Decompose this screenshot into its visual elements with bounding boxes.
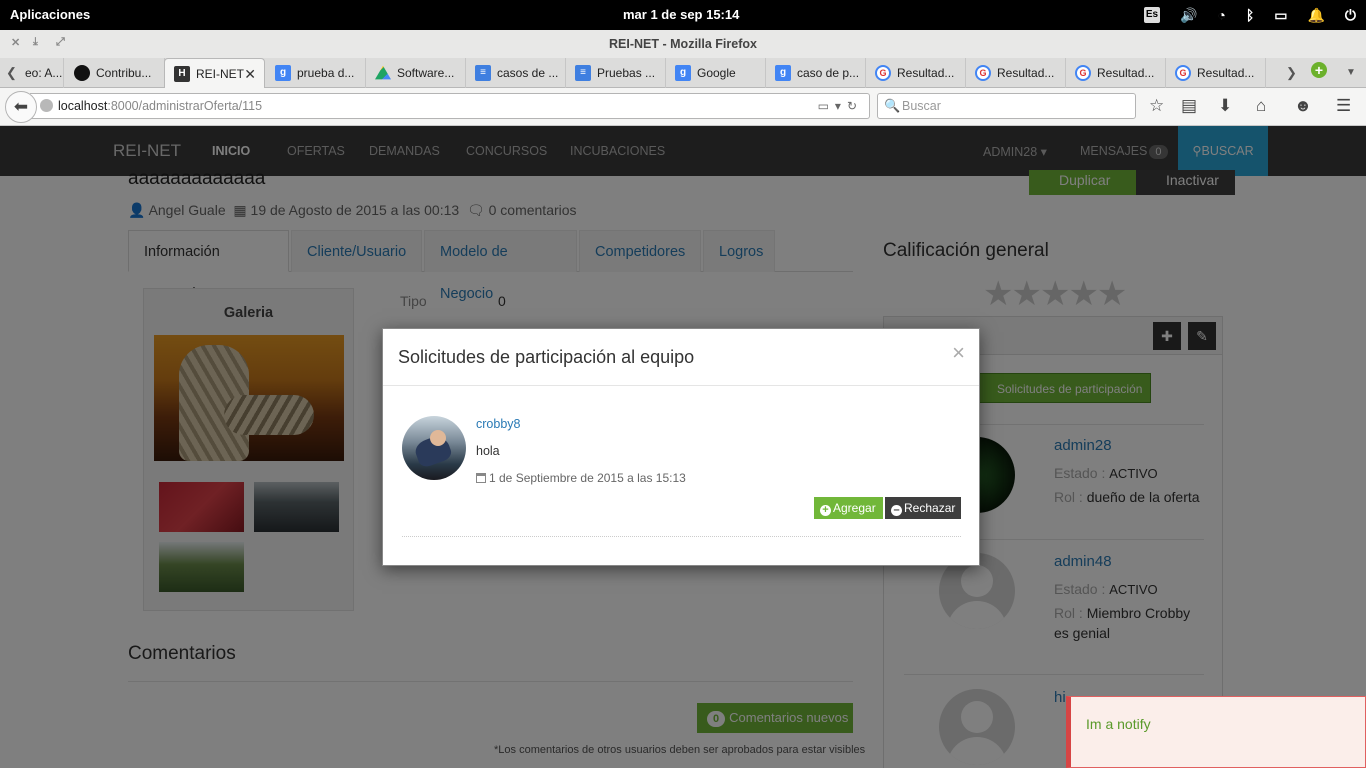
window-title: REI-NET - Mozilla Firefox bbox=[609, 37, 757, 51]
notifications-icon[interactable]: 🔔 bbox=[1307, 5, 1324, 25]
browser-tab[interactable]: g Google bbox=[666, 58, 766, 88]
google-color-icon: G bbox=[875, 65, 891, 81]
url-bar[interactable]: localhost:8000/administrarOferta/115 ▭▾↻ bbox=[30, 93, 870, 119]
browser-tab[interactable]: ≡ Pruebas ... bbox=[566, 58, 666, 88]
search-bar[interactable]: 🔍 Buscar bbox=[877, 93, 1136, 119]
bluetooth-icon[interactable]: ᛒ bbox=[1246, 5, 1254, 25]
tab-label: Software... bbox=[397, 66, 455, 80]
tab-label: prueba d... bbox=[297, 66, 355, 80]
modal-close-icon[interactable]: × bbox=[952, 342, 965, 364]
reading-list-icon[interactable]: ▤ bbox=[1181, 97, 1197, 115]
notification-toast[interactable]: Im a notify bbox=[1066, 696, 1366, 768]
rechazar-button[interactable]: – Rechazar bbox=[885, 497, 961, 519]
new-tab-icon[interactable]: + bbox=[1311, 62, 1327, 78]
google-icon: g bbox=[275, 65, 291, 81]
divider bbox=[402, 536, 961, 537]
requester-avatar bbox=[402, 416, 466, 480]
tab-label: casos de ... bbox=[497, 66, 559, 80]
google-icon: g bbox=[775, 65, 791, 81]
request-date-text: 1 de Septiembre de 2015 a las 15:13 bbox=[489, 471, 686, 485]
agregar-label: Agregar bbox=[833, 501, 876, 515]
system-tray: Es 🔊 ◔ ᛒ ▭ 🔔 ⏻ bbox=[1143, 5, 1356, 25]
request-date: 1 de Septiembre de 2015 a las 15:13 bbox=[476, 471, 686, 485]
menu-icon[interactable]: ☰ bbox=[1336, 97, 1351, 115]
bookmark-star-icon[interactable]: ☆ bbox=[1149, 97, 1164, 115]
site-identity-icon[interactable] bbox=[40, 99, 53, 112]
applications-menu[interactable]: Aplicaciones bbox=[10, 7, 90, 22]
calendar-icon bbox=[476, 473, 486, 483]
browser-tab-active[interactable]: H REI-NET ✕ bbox=[164, 58, 265, 89]
tab-label: Google bbox=[697, 66, 736, 80]
window-titlebar: ✕ ⤓ ⤢ REI-NET - Mozilla Firefox bbox=[0, 30, 1366, 58]
reinet-icon: H bbox=[174, 66, 190, 82]
downloads-icon[interactable]: ⬇ bbox=[1218, 97, 1232, 115]
browser-tab[interactable]: Contribu... bbox=[65, 58, 165, 88]
google-color-icon: G bbox=[1175, 65, 1191, 81]
requester-name[interactable]: crobby8 bbox=[476, 417, 520, 431]
docs-icon: ≡ bbox=[575, 65, 591, 81]
battery-icon[interactable]: ▭ bbox=[1274, 5, 1287, 25]
chat-icon[interactable]: ☻ bbox=[1294, 97, 1312, 115]
tab-label: Resultad... bbox=[897, 66, 955, 80]
navigation-toolbar: localhost:8000/administrarOferta/115 ▭▾↻… bbox=[0, 88, 1366, 126]
search-placeholder: Buscar bbox=[902, 99, 941, 113]
search-icon: 🔍 bbox=[884, 98, 901, 113]
browser-tab[interactable]: ≡ casos de ... bbox=[466, 58, 566, 88]
browser-tab[interactable]: g caso de p... bbox=[766, 58, 866, 88]
google-icon: g bbox=[675, 65, 691, 81]
tab-label: Resultad... bbox=[1197, 66, 1255, 80]
tab-label: Pruebas ... bbox=[597, 66, 656, 80]
modal-title: Solicitudes de participación al equipo bbox=[398, 347, 695, 367]
solicitudes-modal: Solicitudes de participación al equipo ×… bbox=[382, 328, 980, 566]
notification-text: Im a notify bbox=[1086, 716, 1151, 732]
browser-tab[interactable]: G Resultad... bbox=[966, 58, 1066, 88]
wifi-icon[interactable]: ◔ bbox=[1217, 5, 1225, 25]
keyboard-layout-indicator[interactable]: Es bbox=[1143, 7, 1160, 23]
tab-label: eo: A... bbox=[25, 66, 63, 80]
agregar-button[interactable]: + Agregar bbox=[814, 497, 883, 519]
power-icon[interactable]: ⏻ bbox=[1345, 5, 1356, 25]
browser-tab[interactable]: G Resultad... bbox=[1166, 58, 1266, 88]
tab-label: Resultad... bbox=[1097, 66, 1155, 80]
close-tab-icon[interactable]: ✕ bbox=[244, 66, 256, 83]
tab-label: Contribu... bbox=[96, 66, 152, 80]
url-path: :8000/administrarOferta/115 bbox=[107, 99, 263, 113]
url-host: localhost bbox=[58, 99, 108, 113]
volume-icon[interactable]: 🔊 bbox=[1180, 5, 1197, 25]
back-arrow-icon: ⬅ bbox=[13, 97, 29, 116]
github-icon bbox=[74, 65, 90, 81]
home-icon[interactable]: ⌂ bbox=[1256, 97, 1266, 115]
gnome-top-bar: Aplicaciones mar 1 de sep 15:14 Es 🔊 ◔ ᛒ… bbox=[0, 0, 1366, 30]
drive-icon bbox=[375, 65, 391, 80]
browser-tab[interactable]: Software... bbox=[366, 58, 466, 88]
browser-tab[interactable]: eo: A... bbox=[16, 58, 64, 88]
reader-view-icon[interactable]: ▭ bbox=[818, 99, 835, 113]
plus-circle-icon: + bbox=[820, 505, 831, 516]
request-message: hola bbox=[476, 444, 500, 458]
minus-circle-icon: – bbox=[891, 505, 902, 516]
tab-label: Resultad... bbox=[997, 66, 1055, 80]
tabs-scroll-right-icon[interactable]: ❯ bbox=[1286, 65, 1297, 81]
tab-strip: ❮ eo: A... Contribu... H REI-NET ✕ g pru… bbox=[0, 58, 1366, 89]
back-button[interactable]: ⬅ bbox=[5, 91, 37, 123]
tab-list-dropdown-icon[interactable]: ▼ bbox=[1346, 67, 1356, 78]
dropdown-icon[interactable]: ▾ bbox=[835, 99, 847, 113]
modal-header: Solicitudes de participación al equipo × bbox=[383, 329, 979, 386]
tab-label: REI-NET bbox=[196, 67, 244, 81]
docs-icon: ≡ bbox=[475, 65, 491, 81]
tab-label: caso de p... bbox=[797, 66, 860, 80]
browser-tab[interactable]: g prueba d... bbox=[266, 58, 366, 88]
clock[interactable]: mar 1 de sep 15:14 bbox=[623, 7, 739, 22]
google-color-icon: G bbox=[1075, 65, 1091, 81]
browser-tab[interactable]: G Resultad... bbox=[866, 58, 966, 88]
reload-icon[interactable]: ↻ bbox=[847, 99, 863, 113]
url-actions: ▭▾↻ bbox=[818, 94, 863, 118]
browser-tab[interactable]: G Resultad... bbox=[1066, 58, 1166, 88]
google-color-icon: G bbox=[975, 65, 991, 81]
rechazar-label: Rechazar bbox=[904, 501, 956, 515]
